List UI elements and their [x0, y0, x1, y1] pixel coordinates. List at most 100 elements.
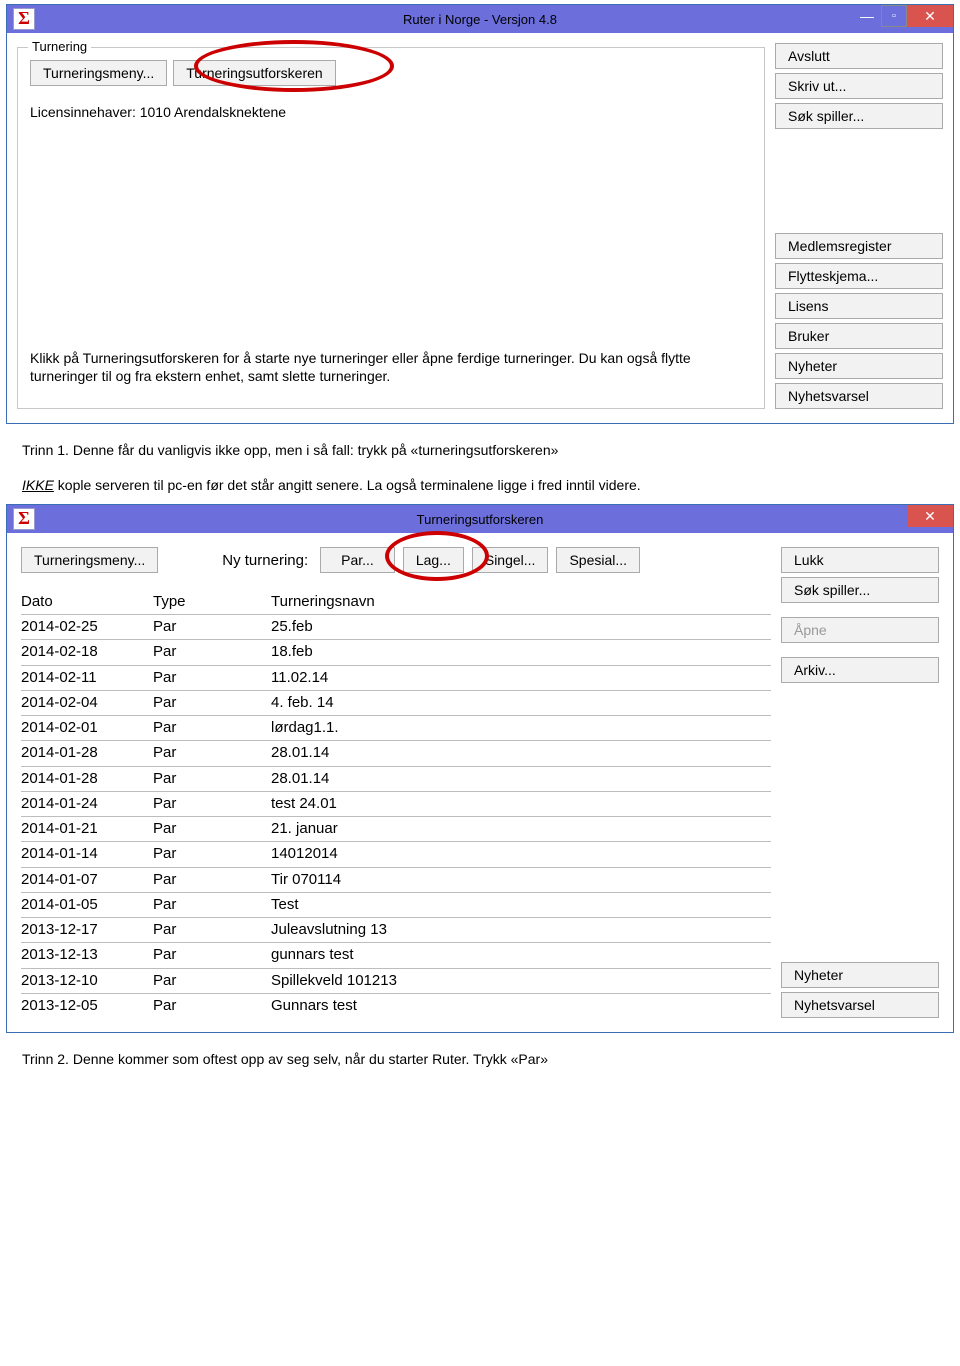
nyheter-button[interactable]: Nyheter [781, 962, 939, 988]
titlebar[interactable]: Σ Ruter i Norge - Versjon 4.8 — ▫ ✕ [7, 5, 953, 33]
table-row[interactable]: 2014-01-21Par21. januar [21, 816, 771, 841]
sigma-icon: Σ [13, 508, 35, 530]
ny-turnering-label: Ny turnering: [222, 552, 308, 569]
maximize-button[interactable]: ▫ [881, 5, 907, 27]
nyhetsvarsel-button[interactable]: Nyhetsvarsel [775, 383, 943, 409]
medlemsregister-button[interactable]: Medlemsregister [775, 233, 943, 259]
cell-navn: lørdag1.1. [271, 718, 771, 738]
cell-dato: 2014-01-24 [21, 794, 153, 814]
table-row[interactable]: 2014-01-28Par28.01.14 [21, 766, 771, 791]
cell-navn: Juleavslutning 13 [271, 920, 771, 940]
spesial-button[interactable]: Spesial... [556, 547, 640, 573]
close-button[interactable]: ✕ [907, 5, 953, 27]
cell-dato: 2014-01-28 [21, 743, 153, 763]
singel-button[interactable]: Singel... [472, 547, 549, 573]
table-row[interactable]: 2014-01-14Par14012014 [21, 841, 771, 866]
cell-navn: 14012014 [271, 844, 771, 864]
table-row[interactable]: 2014-02-11Par11.02.14 [21, 665, 771, 690]
cell-type: Par [153, 971, 271, 991]
table-row[interactable]: 2013-12-13Pargunnars test [21, 942, 771, 967]
avslutt-button[interactable]: Avslutt [775, 43, 943, 69]
turneringsmeny-button[interactable]: Turneringsmeny... [21, 547, 158, 573]
lag-button[interactable]: Lag... [403, 547, 464, 573]
cell-type: Par [153, 895, 271, 915]
cell-dato: 2013-12-05 [21, 996, 153, 1016]
cell-type: Par [153, 617, 271, 637]
cell-type: Par [153, 844, 271, 864]
cell-dato: 2014-02-25 [21, 617, 153, 637]
info-text: Klikk på Turneringsutforskeren for å sta… [30, 350, 752, 385]
cell-dato: 2014-02-01 [21, 718, 153, 738]
table-row[interactable]: 2014-01-05ParTest [21, 892, 771, 917]
cell-type: Par [153, 945, 271, 965]
cell-type: Par [153, 668, 271, 688]
tournament-legend: Turnering [28, 39, 91, 54]
cell-type: Par [153, 743, 271, 763]
table-row[interactable]: 2014-02-04Par4. feb. 14 [21, 690, 771, 715]
document-paragraph-2: Trinn 2. Denne kommer som oftest opp av … [0, 1039, 960, 1074]
table-row[interactable]: 2014-01-28Par28.01.14 [21, 740, 771, 765]
cell-type: Par [153, 870, 271, 890]
cell-navn: 25.feb [271, 617, 771, 637]
table-row[interactable]: 2014-02-01Parlørdag1.1. [21, 715, 771, 740]
par-button[interactable]: Par... [320, 547, 395, 573]
minimize-button[interactable]: — [853, 5, 881, 27]
col-header-dato: Dato [21, 593, 153, 610]
col-header-navn: Turneringsnavn [271, 593, 771, 610]
cell-type: Par [153, 642, 271, 662]
table-row[interactable]: 2013-12-17ParJuleavslutning 13 [21, 917, 771, 942]
cell-navn: 4. feb. 14 [271, 693, 771, 713]
lisens-button[interactable]: Lisens [775, 293, 943, 319]
table-row[interactable]: 2014-02-18Par18.feb [21, 639, 771, 664]
titlebar-2[interactable]: Σ Turneringsutforskeren ✕ [7, 505, 953, 533]
cell-type: Par [153, 819, 271, 839]
explorer-window: Σ Turneringsutforskeren ✕ Turneringsmeny… [6, 504, 954, 1033]
trinn1-line2: kople serveren til pc-en før det står an… [54, 477, 641, 493]
apne-button[interactable]: Åpne [781, 617, 939, 643]
cell-navn: 18.feb [271, 642, 771, 662]
cell-type: Par [153, 996, 271, 1016]
table-row[interactable]: 2014-02-25Par25.feb [21, 614, 771, 639]
window-title: Ruter i Norge - Versjon 4.8 [403, 12, 557, 27]
table-row[interactable]: 2013-12-10ParSpillekveld 101213 [21, 968, 771, 993]
license-text: Licensinnehaver: 1010 Arendalsknektene [30, 104, 752, 120]
sokspiller-button[interactable]: Søk spiller... [775, 103, 943, 129]
cell-dato: 2014-01-14 [21, 844, 153, 864]
cell-type: Par [153, 769, 271, 789]
sigma-icon: Σ [13, 8, 35, 30]
cell-dato: 2014-02-04 [21, 693, 153, 713]
arkiv-button[interactable]: Arkiv... [781, 657, 939, 683]
table-row[interactable]: 2014-01-07ParTir 070114 [21, 867, 771, 892]
cell-dato: 2014-02-11 [21, 668, 153, 688]
cell-type: Par [153, 920, 271, 940]
cell-navn: 28.01.14 [271, 743, 771, 763]
turneringsmeny-button[interactable]: Turneringsmeny... [30, 60, 167, 86]
cell-navn: Tir 070114 [271, 870, 771, 890]
col-header-type: Type [153, 593, 271, 610]
nyhetsvarsel-button[interactable]: Nyhetsvarsel [781, 992, 939, 1018]
cell-dato: 2014-02-18 [21, 642, 153, 662]
cell-navn: gunnars test [271, 945, 771, 965]
table-row[interactable]: 2014-01-24Partest 24.01 [21, 791, 771, 816]
cell-type: Par [153, 693, 271, 713]
document-paragraph-1: Trinn 1. Denne får du vanligvis ikke opp… [0, 430, 960, 500]
cell-type: Par [153, 718, 271, 738]
cell-navn: 21. januar [271, 819, 771, 839]
cell-dato: 2014-01-21 [21, 819, 153, 839]
close-button[interactable]: ✕ [907, 505, 953, 527]
cell-dato: 2013-12-10 [21, 971, 153, 991]
cell-type: Par [153, 794, 271, 814]
cell-navn: 28.01.14 [271, 769, 771, 789]
cell-dato: 2013-12-13 [21, 945, 153, 965]
flytteskjema-button[interactable]: Flytteskjema... [775, 263, 943, 289]
table-row[interactable]: 2013-12-05ParGunnars test [21, 993, 771, 1018]
cell-dato: 2014-01-28 [21, 769, 153, 789]
window-title-2: Turneringsutforskeren [417, 512, 544, 527]
skrivut-button[interactable]: Skriv ut... [775, 73, 943, 99]
nyheter-button[interactable]: Nyheter [775, 353, 943, 379]
sokspiller-button[interactable]: Søk spiller... [781, 577, 939, 603]
bruker-button[interactable]: Bruker [775, 323, 943, 349]
turneringsutforskeren-button[interactable]: Turneringsutforskeren [173, 60, 335, 86]
lukk-button[interactable]: Lukk [781, 547, 939, 573]
tournament-group: Turnering Turneringsmeny... Turneringsut… [17, 47, 765, 409]
